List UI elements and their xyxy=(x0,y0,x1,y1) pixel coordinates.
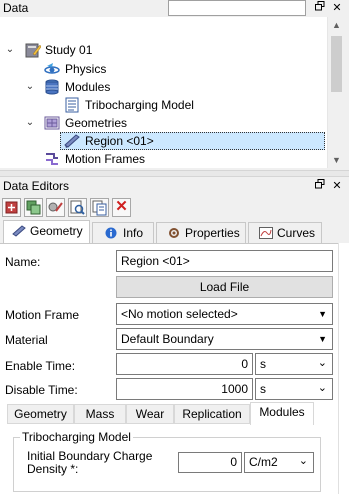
tree-item-region[interactable]: Region <01> xyxy=(85,132,154,150)
name-label: Name: xyxy=(5,255,41,269)
dropdown-arrow-icon: ▼ xyxy=(318,309,327,319)
chevron-down-icon: ⌄ xyxy=(317,357,327,369)
disable-time-field[interactable]: 1000 xyxy=(116,378,253,400)
tree-top-spacer xyxy=(0,17,327,34)
add-icon[interactable] xyxy=(2,198,21,217)
charge-density-unit-select[interactable]: C/m2 ⌄ xyxy=(244,452,314,473)
tab-info[interactable]: Info xyxy=(92,222,154,243)
tree-item-motion-frames[interactable]: Motion Frames xyxy=(65,150,145,168)
region-icon xyxy=(64,134,80,148)
tab-curves-label: Curves xyxy=(277,226,316,240)
geometries-icon xyxy=(44,116,60,130)
charge-density-label: Initial Boundary Charge Density *: xyxy=(27,450,152,476)
tree-item-geometries[interactable]: Geometries xyxy=(65,114,127,132)
inspect-icon[interactable] xyxy=(68,198,87,217)
search-input[interactable] xyxy=(168,0,306,16)
tab-geometry[interactable]: Geometry xyxy=(3,220,90,244)
enable-time-unit-select[interactable]: s ⌄ xyxy=(255,353,333,375)
panel-splitter[interactable] xyxy=(0,170,349,177)
tab-curves[interactable]: Curves xyxy=(248,222,322,243)
wizard-icon[interactable] xyxy=(46,198,65,217)
tree-item-modules[interactable]: Modules xyxy=(65,78,110,96)
scroll-down-icon[interactable]: ▼ xyxy=(328,152,345,168)
charge-density-label-line2: Density *: xyxy=(27,462,79,476)
modules-icon xyxy=(45,79,59,95)
subtab-mass[interactable]: Mass xyxy=(74,404,126,424)
study-icon xyxy=(25,43,41,58)
restore-icon[interactable] xyxy=(313,1,327,15)
motion-frame-label: Motion Frame xyxy=(5,308,80,322)
duplicate-icon[interactable] xyxy=(24,198,43,217)
chevron-down-icon[interactable]: ⌄ xyxy=(25,81,35,92)
charge-density-unit-value: C/m2 xyxy=(249,455,278,469)
tab-geometry-label: Geometry xyxy=(30,224,83,238)
enable-time-field[interactable]: 0 xyxy=(116,353,253,375)
material-label: Material xyxy=(5,333,48,347)
close-icon[interactable]: ✕ xyxy=(330,179,344,193)
geometry-tab-icon xyxy=(12,223,26,237)
enable-time-label: Enable Time: xyxy=(5,359,76,373)
name-field[interactable]: Region <01> xyxy=(116,250,333,272)
data-panel-title: Data xyxy=(3,1,29,15)
subtab-wear[interactable]: Wear xyxy=(126,404,174,424)
info-icon xyxy=(105,225,119,239)
enable-time-unit-value: s xyxy=(260,357,266,371)
chevron-down-icon[interactable]: ⌄ xyxy=(25,117,35,128)
scroll-up-icon[interactable]: ▲ xyxy=(328,17,345,33)
material-select[interactable]: Default Boundary ▼ xyxy=(116,328,333,350)
disable-time-unit-select[interactable]: s ⌄ xyxy=(255,378,333,400)
tree-scrollbar[interactable]: ▲ ▼ xyxy=(327,17,344,168)
subtab-modules[interactable]: Modules xyxy=(250,402,314,425)
chevron-down-icon[interactable]: ⌄ xyxy=(5,44,15,55)
chevron-down-icon: ⌄ xyxy=(317,382,327,394)
restore-icon[interactable] xyxy=(313,179,327,193)
load-file-button[interactable]: Load File xyxy=(116,276,333,298)
tree-item-physics[interactable]: Physics xyxy=(65,60,106,78)
disable-time-unit-value: s xyxy=(260,382,266,396)
tab-info-label: Info xyxy=(123,226,144,240)
properties-icon xyxy=(167,225,181,238)
tab-properties[interactable]: Properties xyxy=(156,222,246,243)
close-icon[interactable]: ✕ xyxy=(330,1,344,15)
tree-item-tribocharging-model[interactable]: Tribocharging Model xyxy=(85,96,194,114)
motion-frames-icon xyxy=(46,153,58,165)
delete-icon[interactable]: ✕ xyxy=(112,198,131,217)
tribocharging-group-title: Tribocharging Model xyxy=(20,430,133,444)
charge-density-field[interactable]: 0 xyxy=(178,452,242,473)
editors-panel-title: Data Editors xyxy=(3,179,70,193)
motion-frame-value: <No motion selected> xyxy=(121,307,238,321)
disable-time-label: Disable Time: xyxy=(5,383,78,397)
chevron-down-icon: ⌄ xyxy=(298,455,308,467)
curves-icon xyxy=(259,225,273,239)
document-icon xyxy=(65,97,79,113)
scrollbar-thumb[interactable] xyxy=(331,36,342,92)
subtab-geometry[interactable]: Geometry xyxy=(7,404,74,424)
motion-frame-select[interactable]: <No motion selected> ▼ xyxy=(116,303,333,325)
tree-item-study[interactable]: Study 01 xyxy=(45,41,92,59)
copy-icon[interactable] xyxy=(90,198,109,217)
dropdown-arrow-icon: ▼ xyxy=(318,334,327,344)
editors-panel-header: Data Editors xyxy=(0,178,349,195)
subtab-replication[interactable]: Replication xyxy=(174,404,250,424)
tab-properties-label: Properties xyxy=(185,226,240,240)
content-edge xyxy=(338,243,349,494)
physics-icon xyxy=(44,63,60,74)
data-tree[interactable]: ⌄ Study 01 Physics ⌄ Modules Tribochargi… xyxy=(0,34,327,168)
material-value: Default Boundary xyxy=(121,332,214,346)
